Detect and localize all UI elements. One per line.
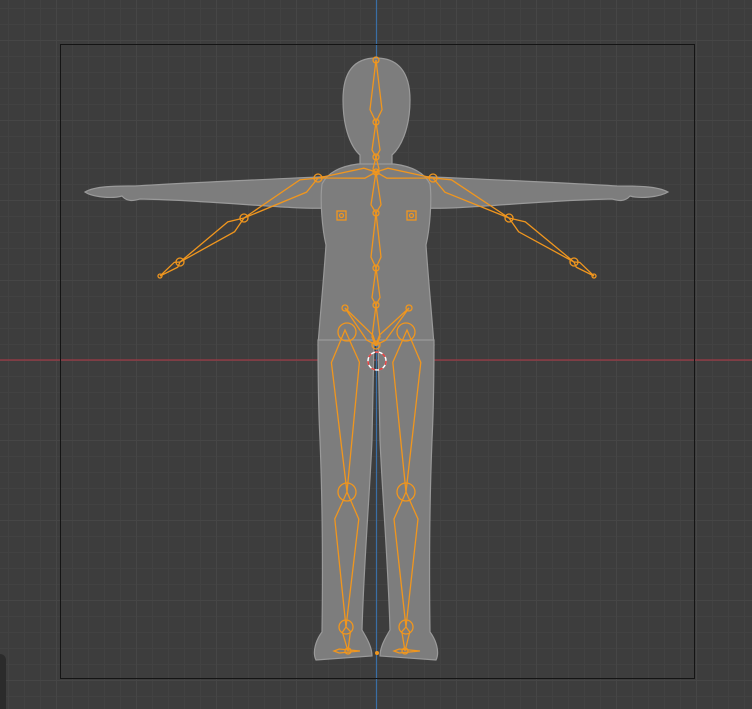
3d-viewport[interactable] [0, 0, 752, 709]
object-origin-dot [375, 651, 379, 655]
viewport-scene[interactable] [0, 0, 752, 709]
bone-13[interactable] [507, 216, 575, 263]
mesh-right-arm [411, 175, 670, 209]
mesh-torso [317, 163, 435, 346]
bone-10[interactable] [179, 216, 246, 263]
mesh-head [342, 57, 411, 169]
mesh-left-arm [83, 175, 341, 209]
navigation-corner-widget [0, 654, 6, 709]
